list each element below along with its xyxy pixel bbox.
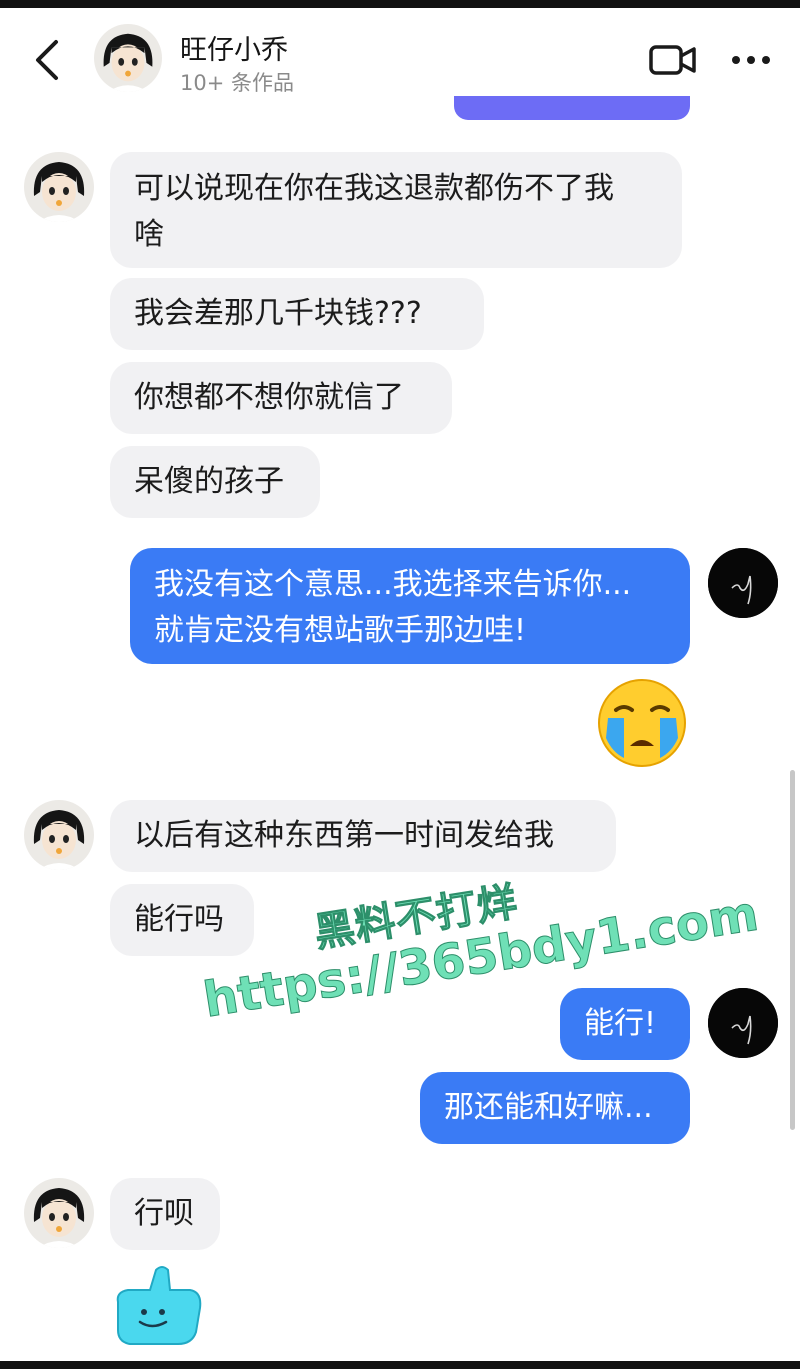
- message-text: 能行!: [584, 1006, 657, 1041]
- girl-avatar-icon: [94, 24, 162, 92]
- message-text: 呆傻的孩子: [134, 464, 284, 499]
- scrollbar[interactable]: [790, 770, 795, 1130]
- message-text: 以后有这种东西第一时间发给我: [134, 818, 554, 853]
- contact-works-count[interactable]: 10+ 条作品: [180, 67, 294, 97]
- back-button[interactable]: [30, 38, 66, 82]
- sender-avatar[interactable]: [24, 800, 94, 870]
- message-bubble-incoming[interactable]: 行呗: [110, 1178, 220, 1250]
- video-camera-icon: [649, 45, 696, 75]
- message-text: 能行吗: [134, 902, 224, 937]
- message-bubble-incoming[interactable]: 你想都不想你就信了: [110, 362, 452, 434]
- message-text: 啥: [134, 217, 164, 252]
- message-text: 就肯定没有想站歌手那边哇!: [154, 613, 527, 648]
- my-avatar[interactable]: [708, 548, 778, 618]
- message-bubble-incoming[interactable]: 能行吗: [110, 884, 254, 956]
- message-text: 你想都不想你就信了: [134, 380, 404, 415]
- my-avatar[interactable]: [708, 988, 778, 1058]
- message-bubble-outgoing[interactable]: 那还能和好嘛...: [420, 1072, 690, 1144]
- video-call-button[interactable]: [648, 42, 698, 78]
- more-dots-icon: [732, 56, 770, 64]
- previous-message-bubble: [454, 96, 690, 120]
- more-button[interactable]: [730, 48, 772, 72]
- girl-avatar-icon: [24, 800, 94, 870]
- bottom-border: [0, 1361, 800, 1369]
- message-text: 行呗: [134, 1196, 194, 1231]
- message-text: 我会差那几千块钱???: [134, 296, 422, 331]
- signature-avatar-icon: [708, 988, 778, 1058]
- blue-thumbs-up-icon: [116, 1266, 202, 1345]
- contact-avatar[interactable]: [94, 24, 162, 92]
- girl-avatar-icon: [24, 1178, 94, 1248]
- message-bubble-incoming[interactable]: 以后有这种东西第一时间发给我: [110, 800, 616, 872]
- message-text: 可以说现在你在我这退款都伤不了我: [134, 171, 614, 206]
- sender-avatar[interactable]: [24, 1178, 94, 1248]
- signature-avatar-icon: [708, 548, 778, 618]
- message-bubble-incoming[interactable]: 我会差那几千块钱???: [110, 278, 484, 350]
- crying-emoji-sticker[interactable]: [594, 678, 690, 768]
- girl-avatar-icon: [24, 152, 94, 222]
- thumbs-up-sticker[interactable]: [106, 1262, 206, 1348]
- chevron-left-icon: [36, 40, 58, 80]
- sender-avatar[interactable]: [24, 152, 94, 222]
- crying-face-icon: [598, 679, 686, 767]
- message-bubble-outgoing[interactable]: 能行!: [560, 988, 690, 1060]
- message-text: 那还能和好嘛...: [444, 1090, 653, 1125]
- top-border: [0, 0, 800, 8]
- message-bubble-incoming[interactable]: 呆傻的孩子: [110, 446, 320, 518]
- message-bubble-outgoing[interactable]: 我没有这个意思...我选择来告诉你... 就肯定没有想站歌手那边哇!: [130, 548, 690, 664]
- contact-name: 旺仔小乔: [180, 35, 288, 66]
- message-text: 我没有这个意思...我选择来告诉你...: [154, 567, 632, 602]
- watermark-line-1: 黑料不打烊: [311, 878, 522, 957]
- message-bubble-incoming[interactable]: 可以说现在你在我这退款都伤不了我 啥: [110, 152, 682, 268]
